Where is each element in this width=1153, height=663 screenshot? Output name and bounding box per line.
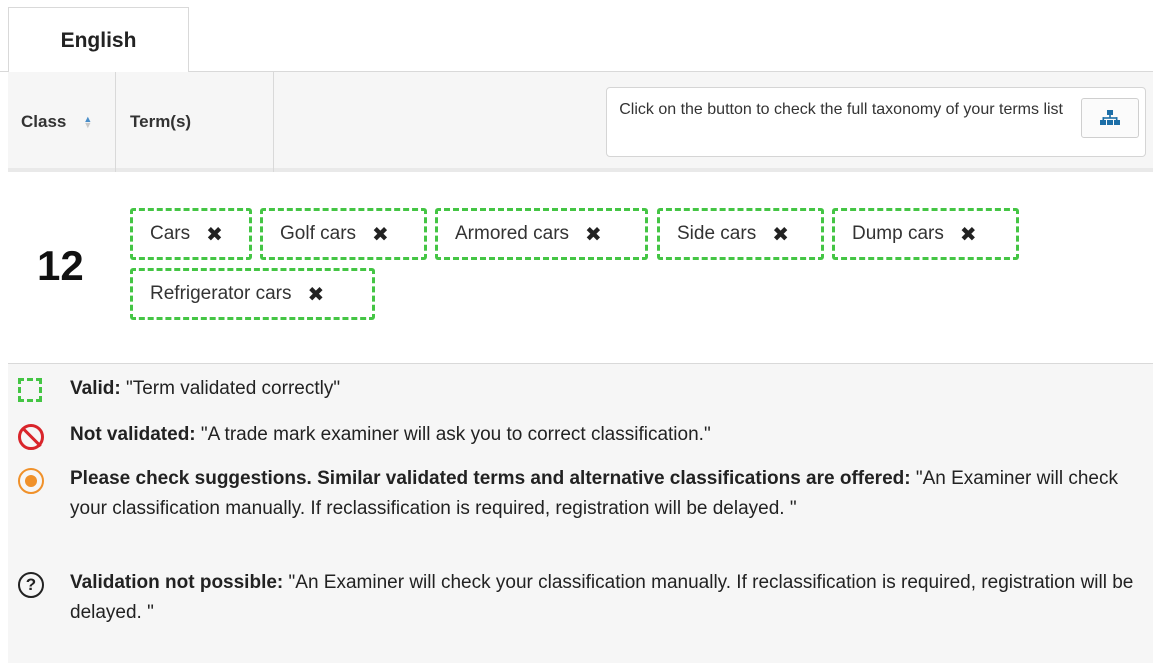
- taxonomy-button[interactable]: [1081, 98, 1139, 138]
- legend-title: Not validated:: [70, 424, 196, 445]
- term-chip: Side cars ✖: [657, 208, 824, 260]
- remove-icon[interactable]: ✖: [585, 222, 602, 247]
- term-label: Cars: [150, 223, 191, 244]
- term-label: Side cars: [677, 223, 757, 244]
- sort-icon[interactable]: ▲ ▼: [83, 115, 92, 130]
- taxonomy-box: Click on the button to check the full ta…: [606, 87, 1146, 157]
- term-label: Refrigerator cars: [150, 283, 292, 304]
- validation-legend: Valid: "Term validated correctly" Not va…: [8, 364, 1153, 663]
- term-label: Armored cars: [455, 223, 570, 244]
- term-label: Golf cars: [280, 223, 357, 244]
- remove-icon[interactable]: ✖: [372, 222, 389, 247]
- remove-icon[interactable]: ✖: [308, 282, 325, 307]
- term-label: Dump cars: [852, 223, 944, 244]
- column-header-terms-label: Term(s): [130, 112, 192, 131]
- legend-text: "A trade mark examiner will ask you to c…: [200, 424, 711, 445]
- class-number: 12: [37, 242, 84, 289]
- column-header-class-label: Class: [21, 112, 67, 131]
- valid-dashed-box-icon: [18, 378, 42, 402]
- column-header-class[interactable]: Class ▲ ▼: [8, 72, 116, 172]
- question-icon: ?: [18, 572, 44, 598]
- remove-icon[interactable]: ✖: [960, 222, 977, 247]
- legend-text: "Term validated correctly": [125, 378, 341, 399]
- table-row: 12 Cars ✖ Golf cars ✖ Armored cars ✖ Sid…: [8, 176, 1153, 364]
- term-chip: Dump cars ✖: [832, 208, 1019, 260]
- column-header-terms: Term(s): [116, 72, 274, 172]
- sitemap-icon: [1100, 110, 1120, 125]
- legend-title: Valid:: [70, 378, 121, 399]
- taxonomy-hint: Click on the button to check the full ta…: [619, 101, 1063, 118]
- lightbulb-icon: [18, 468, 44, 494]
- legend-title: Please check suggestions. Similar valida…: [70, 468, 911, 489]
- language-tab-bar: English: [0, 0, 1153, 73]
- legend-title: Validation not possible:: [70, 572, 284, 593]
- remove-icon[interactable]: ✖: [772, 222, 789, 247]
- table-header: Class ▲ ▼ Term(s) Click on the button to …: [8, 72, 1153, 172]
- not-allowed-icon: [18, 424, 44, 450]
- term-chip: Refrigerator cars ✖: [130, 268, 375, 320]
- term-chip: Armored cars ✖: [435, 208, 648, 260]
- term-chip: Golf cars ✖: [260, 208, 427, 260]
- tab-english[interactable]: English: [8, 7, 189, 73]
- remove-icon[interactable]: ✖: [206, 222, 223, 247]
- term-chip: Cars ✖: [130, 208, 252, 260]
